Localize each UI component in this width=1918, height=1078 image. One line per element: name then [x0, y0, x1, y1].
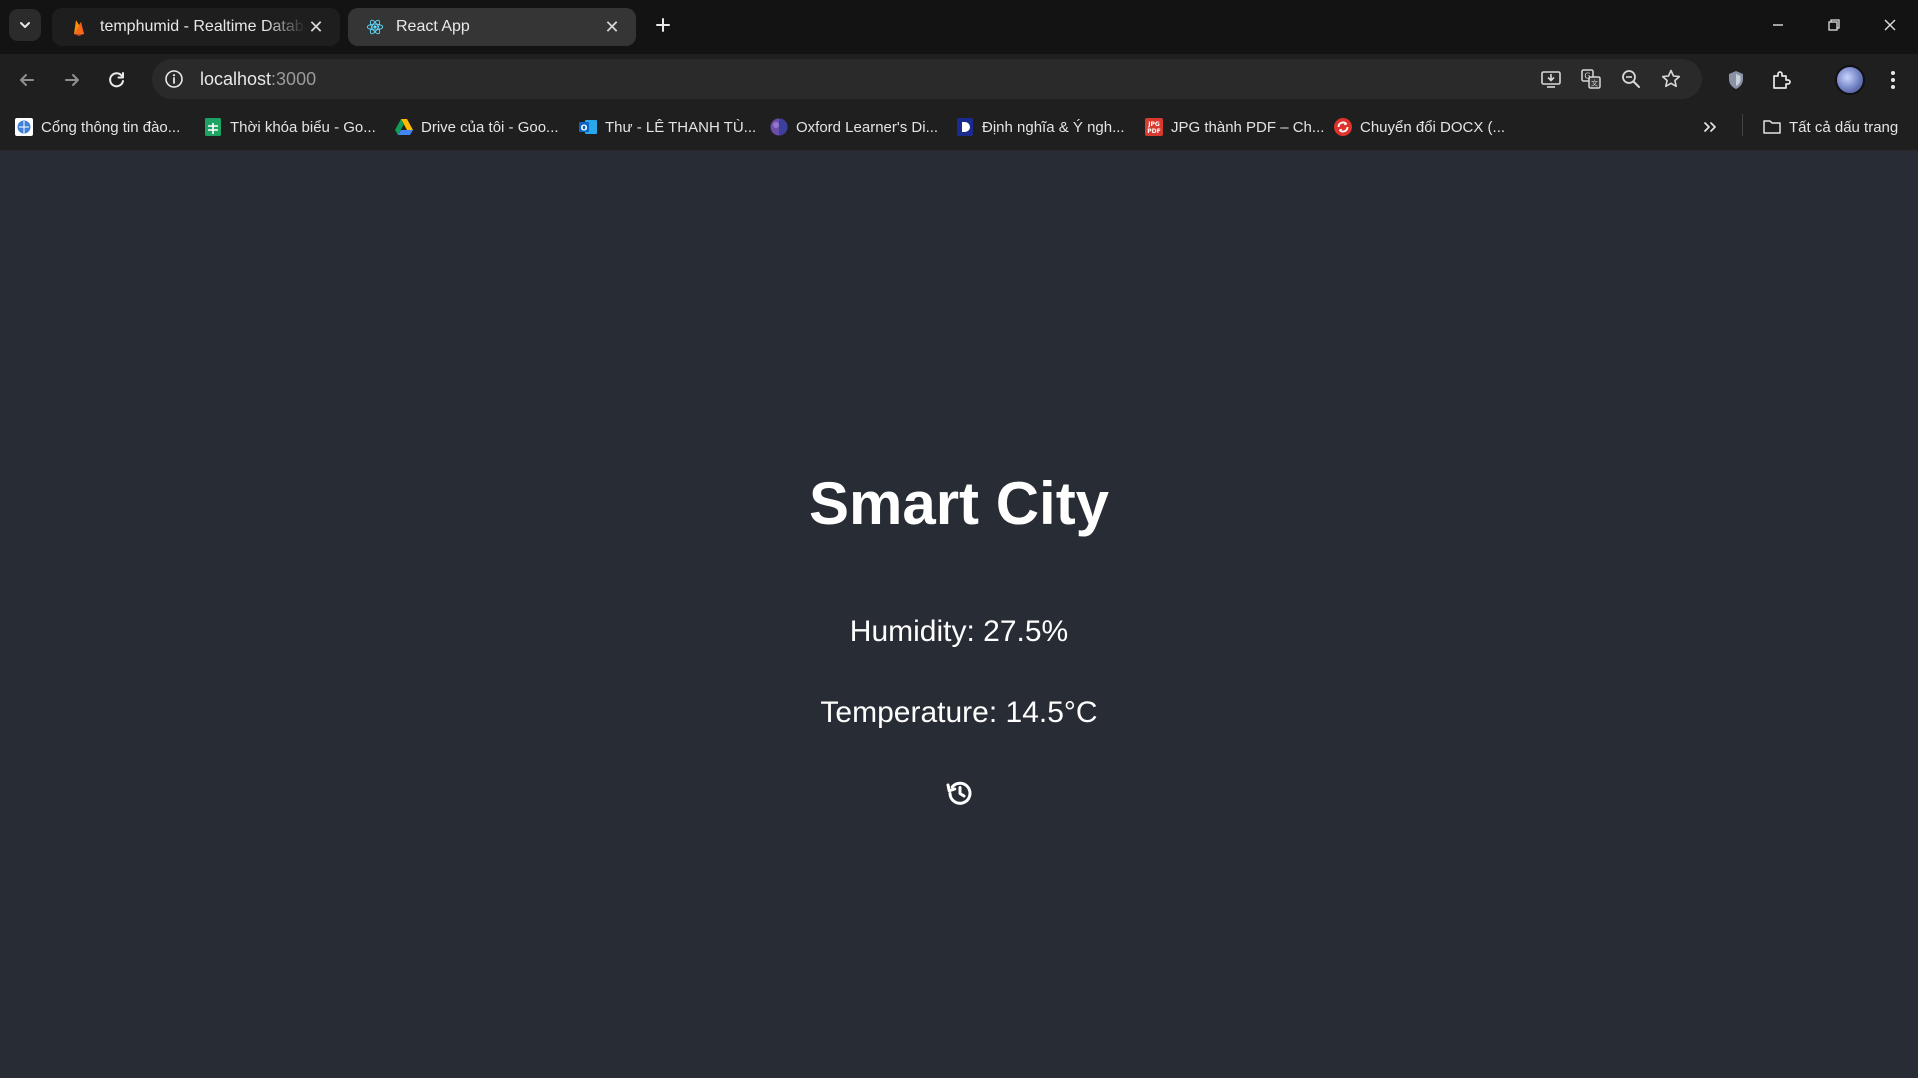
bookmark-item[interactable]: Drive của tôi - Goo... [394, 114, 559, 140]
bookmark-label: JPG thành PDF – Ch... [1171, 118, 1325, 136]
svg-text:PDF: PDF [1147, 128, 1160, 135]
avatar [1835, 65, 1865, 95]
close-window-button[interactable] [1862, 0, 1918, 50]
bookmark-label: Cổng thông tin đào... [41, 118, 181, 136]
bookmark-label: Thời khóa biểu - Go... [230, 118, 376, 136]
extensions-button[interactable] [1764, 63, 1798, 97]
convert-icon [1333, 117, 1353, 137]
toolbar: localhost:3000 G文 [0, 54, 1918, 104]
new-tab-button[interactable] [648, 10, 678, 40]
bookmark-item[interactable]: Oxford Learner's Di... [769, 114, 938, 140]
install-app-icon[interactable] [1536, 64, 1566, 94]
bookmark-label: Drive của tôi - Goo... [421, 118, 559, 136]
url-host: localhost [200, 68, 272, 89]
bookmark-item[interactable]: JPG PDF JPG thành PDF – Ch... [1144, 114, 1324, 140]
reload-button[interactable] [100, 63, 134, 97]
shield-icon [1729, 71, 1743, 89]
bookmark-item[interactable]: Thời khóa biểu - Go... [203, 114, 376, 140]
profile-button[interactable] [1830, 60, 1870, 100]
all-bookmarks-button[interactable]: Tất cả dấu trang [1762, 114, 1898, 140]
url-port: :3000 [271, 68, 317, 89]
tab-firebase[interactable]: temphumid - Realtime Database ✕ [52, 8, 340, 46]
oxford-icon [769, 117, 789, 137]
temperature-reading: Temperature: 14.5°C [820, 696, 1098, 729]
arrow-right-icon [65, 74, 79, 86]
portal-icon [14, 117, 34, 137]
shield-extension-button[interactable] [1719, 63, 1753, 97]
dictionary-icon [955, 117, 975, 137]
chevron-down-icon [20, 22, 30, 28]
bookmarks-bar: Cổng thông tin đào... Thời khóa biểu - G… [0, 104, 1918, 151]
firebase-icon [70, 18, 88, 36]
browser-chrome: temphumid - Realtime Database ✕ React Ap… [0, 0, 1918, 151]
bookmark-item[interactable]: O Thư - LÊ THANH TÙ... [578, 114, 756, 140]
url-text[interactable]: localhost:3000 [200, 69, 316, 90]
bookmark-label: Chuyển đổi DOCX (... [1360, 118, 1506, 136]
bookmark-star-icon[interactable] [1656, 64, 1686, 94]
zoom-icon[interactable] [1616, 64, 1646, 94]
outlook-icon: O [578, 117, 598, 137]
restore-button[interactable] [1806, 0, 1862, 50]
bookmark-item[interactable]: Cổng thông tin đào... [14, 114, 180, 140]
tab-search-button[interactable] [9, 9, 41, 41]
jpg-pdf-icon: JPG PDF [1144, 117, 1164, 137]
svg-text:O: O [581, 124, 588, 133]
drive-icon [394, 117, 414, 137]
minimize-button[interactable] [1750, 0, 1806, 50]
forward-button[interactable] [55, 63, 89, 97]
svg-text:JPG: JPG [1147, 121, 1160, 128]
more-vertical-icon [1891, 71, 1895, 89]
puzzle-icon [1773, 71, 1791, 89]
svg-text:文: 文 [1591, 79, 1598, 88]
address-bar[interactable]: localhost:3000 G文 [152, 59, 1702, 99]
bookmark-label: Thư - LÊ THANH TÙ... [605, 118, 757, 136]
bookmark-item[interactable]: Định nghĩa & Ý ngh... [955, 114, 1125, 140]
bookmarks-separator [1742, 114, 1743, 136]
address-bar-actions: G文 [1536, 59, 1702, 99]
page-title: Smart City [808, 470, 1110, 537]
back-button[interactable] [10, 63, 44, 97]
reload-icon [109, 72, 124, 88]
humidity-reading: Humidity: 27.5% [849, 615, 1069, 648]
close-icon[interactable]: ✕ [306, 17, 326, 37]
close-icon[interactable]: ✕ [602, 17, 622, 37]
history-button[interactable] [944, 777, 976, 809]
more-bookmarks-button[interactable] [1702, 114, 1718, 140]
translate-icon[interactable]: G文 [1576, 64, 1606, 94]
plus-icon [656, 18, 670, 32]
sheets-icon [203, 117, 223, 137]
restore-icon [1828, 19, 1840, 31]
react-icon [366, 18, 384, 36]
bookmark-label: Định nghĩa & Ý ngh... [982, 118, 1125, 136]
tab-strip: temphumid - Realtime Database ✕ React Ap… [0, 0, 1918, 54]
folder-icon [1762, 117, 1782, 137]
minimize-icon [1773, 24, 1783, 26]
site-info-icon[interactable] [162, 67, 186, 91]
history-icon [946, 781, 972, 805]
menu-button[interactable] [1876, 63, 1910, 97]
tab-react-app[interactable]: React App ✕ [348, 8, 636, 46]
page-content: Smart City Humidity: 27.5% Temperature: … [0, 151, 1918, 1078]
double-chevron-right-icon [1704, 122, 1716, 132]
bookmark-item[interactable]: Chuyển đổi DOCX (... [1333, 114, 1505, 140]
tab-title: React App [396, 18, 470, 35]
svg-text:G: G [1584, 72, 1590, 81]
arrow-left-icon [20, 74, 34, 86]
bookmark-label: Oxford Learner's Di... [796, 118, 939, 136]
all-bookmarks-label: Tất cả dấu trang [1789, 118, 1899, 136]
tab-title: temphumid - Realtime Database [100, 18, 306, 35]
close-icon [1884, 19, 1896, 31]
